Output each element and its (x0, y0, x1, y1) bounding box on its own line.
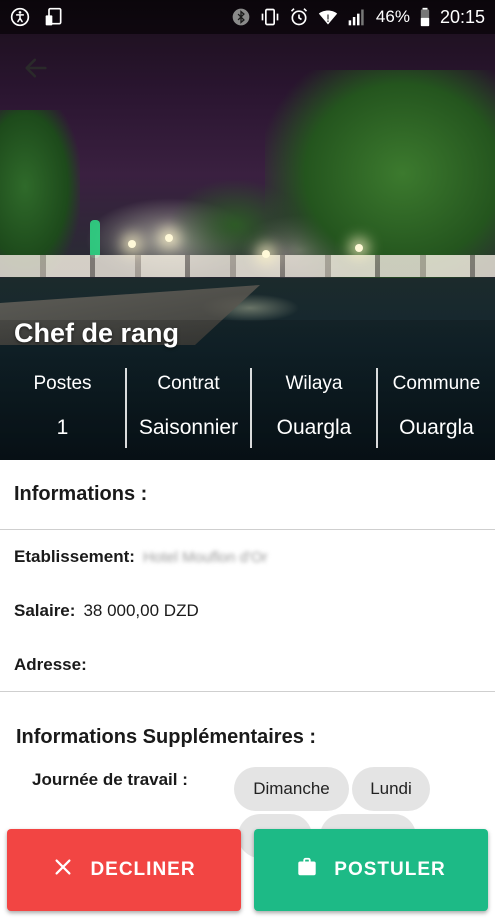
status-bar: 46% 20:15 (0, 0, 495, 34)
stat-contrat: Contrat Saisonnier (125, 368, 250, 448)
photo-green-light (90, 220, 100, 258)
day-chip: Lundi (352, 767, 430, 811)
salaire-value: 38 000,00 DZD (83, 601, 199, 620)
signal-icon (347, 7, 367, 27)
adresse-row: Adresse: (14, 655, 95, 675)
workday-label: Journée de travail : (32, 770, 188, 789)
photo-lamp (165, 234, 173, 242)
informations-header: Informations : (0, 460, 495, 530)
stat-commune: Commune Ouargla (376, 368, 495, 448)
stat-label: Wilaya (285, 373, 343, 394)
stat-value: Ouargla (399, 416, 474, 439)
clock: 20:15 (439, 6, 485, 27)
etablissement-row: Etablissement: Hotel Mouflon d'Or (14, 547, 268, 567)
battery-icon (419, 7, 431, 27)
decline-button[interactable]: DECLINER (7, 829, 241, 911)
battery-percent: 46% (375, 7, 410, 26)
stat-value: Ouargla (276, 416, 352, 439)
action-bar: DECLINER POSTULER (0, 829, 495, 911)
vibrate-icon (260, 7, 280, 27)
decline-label: DECLINER (90, 859, 196, 880)
close-icon (52, 856, 74, 884)
photo-lamp (355, 244, 363, 252)
stat-label: Postes (33, 373, 92, 394)
day-chip: Dimanche (234, 767, 349, 811)
job-stats: Postes 1 Contrat Saisonnier Wilaya Ouarg… (0, 368, 495, 448)
stat-label: Contrat (157, 373, 220, 394)
apply-button[interactable]: POSTULER (254, 829, 488, 911)
section-divider (0, 691, 495, 692)
back-button[interactable] (18, 52, 54, 88)
adresse-label: Adresse: (14, 655, 87, 674)
salaire-label: Salaire: (14, 601, 76, 620)
accessibility-icon (10, 7, 30, 27)
salaire-row: Salaire: 38 000,00 DZD (14, 601, 199, 621)
bluetooth-icon (231, 7, 251, 27)
photo-parasols (0, 255, 495, 277)
screen-cast-icon (44, 7, 64, 27)
job-title: Chef de rang (14, 318, 180, 348)
arrow-left-icon (22, 54, 50, 87)
alarm-icon (289, 7, 309, 27)
stat-wilaya: Wilaya Ouargla (250, 368, 376, 448)
extra-info-title: Informations Supplémentaires : (16, 726, 317, 748)
photo-lamp (262, 250, 270, 258)
briefcase-icon (296, 856, 318, 884)
informations-title: Informations : (14, 483, 148, 505)
stat-label: Commune (392, 373, 481, 394)
stat-value: Saisonnier (138, 416, 239, 439)
stat-postes: Postes 1 (0, 368, 125, 448)
stat-value: 1 (56, 416, 69, 439)
etablissement-label: Etablissement: (14, 547, 135, 566)
etablissement-value: Hotel Mouflon d'Or (142, 548, 268, 566)
apply-label: POSTULER (334, 859, 446, 880)
wifi-icon (318, 7, 338, 27)
photo-lamp (128, 240, 136, 248)
